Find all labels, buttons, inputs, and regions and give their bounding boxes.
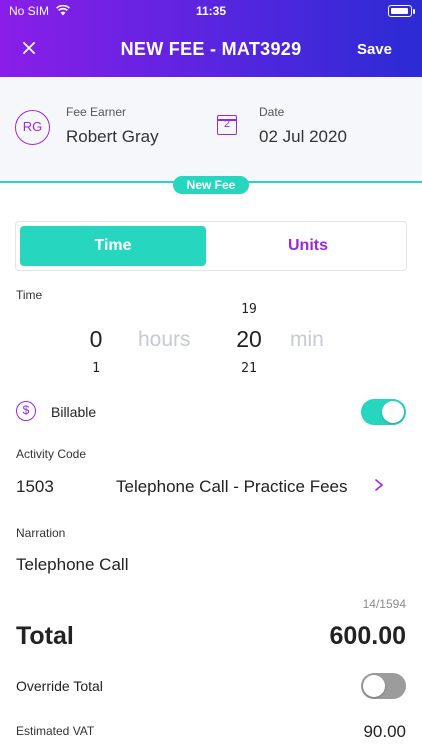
calendar-icon: 2 xyxy=(216,115,237,135)
override-total-label: Override Total xyxy=(16,678,103,694)
fee-info-panel: RG Fee Earner Robert Gray 2 Date 02 Jul … xyxy=(0,77,422,183)
fee-earner-value[interactable]: Robert Gray xyxy=(66,127,159,147)
hours-unit: hours xyxy=(138,328,191,351)
activity-description[interactable]: Telephone Call - Practice Fees xyxy=(116,477,348,497)
header-bar: No SIM 11:35 NEW FEE - MAT3929 Save xyxy=(0,0,422,77)
dollar-icon: $ xyxy=(16,401,36,421)
date-value[interactable]: 02 Jul 2020 xyxy=(259,127,347,147)
billable-toggle[interactable] xyxy=(361,399,406,425)
override-total-toggle[interactable] xyxy=(361,673,406,699)
hours-value[interactable]: 0 xyxy=(82,326,110,353)
activity-code-value[interactable]: 1503 xyxy=(16,477,54,497)
minutes-next[interactable]: 21 xyxy=(229,361,269,376)
total-label: Total xyxy=(16,622,74,650)
date-label: Date xyxy=(259,105,285,119)
save-button[interactable]: Save xyxy=(357,41,392,58)
chevron-right-icon[interactable] xyxy=(374,476,384,497)
status-time: 11:35 xyxy=(195,4,227,18)
time-label: Time xyxy=(16,288,43,302)
battery-icon xyxy=(388,5,412,17)
narration-label: Narration xyxy=(16,526,66,540)
hours-next[interactable]: 1 xyxy=(82,361,110,376)
activity-code-label: Activity Code xyxy=(16,447,87,461)
minutes-unit: min xyxy=(290,328,324,351)
total-value: 600.00 xyxy=(329,622,406,650)
minutes-prev[interactable]: 19 xyxy=(229,302,269,317)
status-bar: No SIM 11:35 xyxy=(0,4,422,20)
time-units-segment: Time Units xyxy=(15,221,407,271)
new-fee-badge: New Fee xyxy=(173,176,249,194)
battery-tip xyxy=(413,9,415,14)
avatar: RG xyxy=(15,110,50,145)
segment-time-button[interactable]: Time xyxy=(20,226,206,266)
estimated-vat-label: Estimated VAT xyxy=(16,724,95,738)
estimated-vat-value: 90.00 xyxy=(363,722,406,741)
segment-units-button[interactable]: Units xyxy=(212,226,404,266)
toggle-knob xyxy=(382,401,404,423)
minutes-value[interactable]: 20 xyxy=(229,326,269,353)
narration-input[interactable]: Telephone Call xyxy=(16,555,128,575)
fee-earner-label: Fee Earner xyxy=(66,105,127,119)
toggle-knob xyxy=(363,675,385,697)
billable-label: Billable xyxy=(51,404,97,420)
calendar-day: 2 xyxy=(223,118,231,130)
narration-counter: 14/1594 xyxy=(362,597,406,611)
